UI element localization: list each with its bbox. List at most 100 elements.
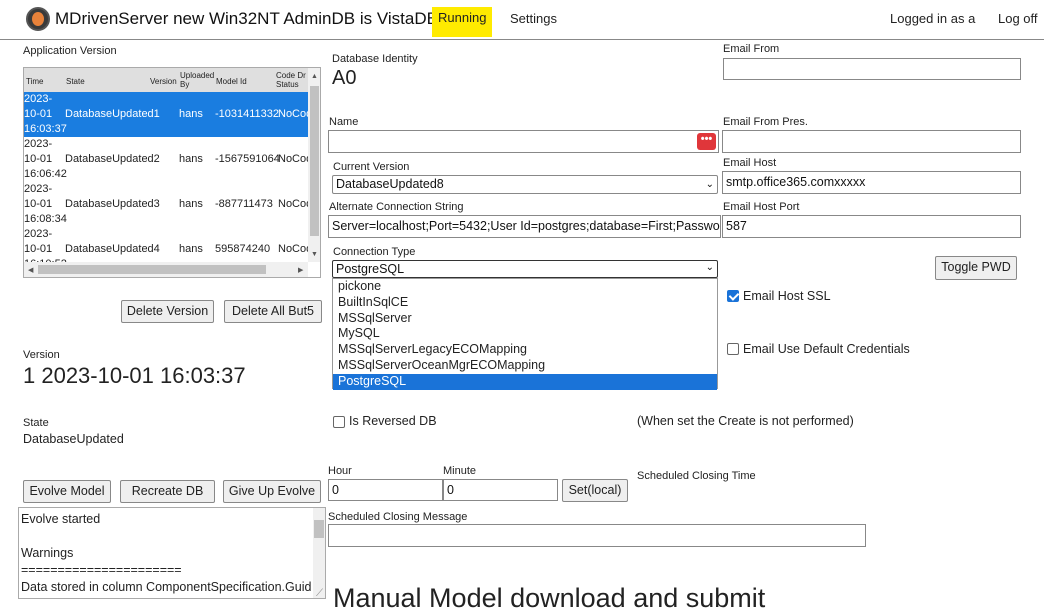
reversed-db-label: Is Reversed DB (349, 414, 437, 428)
mdriven-logo-icon (26, 7, 50, 31)
table-row[interactable]: 2023- 10-01 16:08:34 DatabaseUpdated3 hans -8… (24, 182, 308, 227)
current-version-select[interactable]: DatabaseUpdated8 ⌄ (332, 175, 718, 194)
uploaded-by-cell: hans (179, 153, 203, 165)
hour-label: Hour (328, 465, 352, 477)
log-scroll-thumb[interactable] (314, 520, 324, 538)
conn-type-label: Connection Type (333, 246, 416, 258)
col-uploaded-by[interactable]: Uploaded By (180, 71, 218, 89)
code-status-cell: NoCod (278, 108, 308, 120)
time-cell-line1: 2023- (24, 228, 53, 240)
evolve-model-button[interactable]: Evolve Model (23, 480, 111, 503)
conn-type-value: PostgreSQL (336, 262, 405, 276)
email-ssl-label: Email Host SSL (743, 289, 831, 303)
uploaded-by-cell: hans (179, 108, 203, 120)
app-version-grid[interactable]: Time State Version Uploaded By Model Id … (23, 67, 321, 278)
email-from-pres-label: Email From Pres. (723, 116, 808, 128)
state-cell: DatabaseUpdated4 (65, 243, 160, 255)
name-input[interactable] (328, 130, 719, 153)
col-code-status[interactable]: Code Dr Status (276, 71, 308, 89)
db-identity-value: A0 (332, 67, 357, 89)
closing-msg-input[interactable] (328, 524, 866, 547)
dropdown-option[interactable]: MSSqlServerLegacyECOMapping (333, 342, 717, 358)
set-local-button[interactable]: Set(local) (562, 479, 628, 502)
col-version[interactable]: Version (150, 77, 177, 86)
email-host-input[interactable]: smtp.office365.comxxxxx (722, 171, 1021, 194)
code-status-cell: NoCod (278, 153, 308, 165)
version-label: Version (23, 349, 60, 361)
dropdown-option[interactable]: MSSqlServer (333, 311, 717, 327)
grid-horizontal-thumb[interactable] (38, 265, 266, 274)
nav-settings[interactable]: Settings (510, 11, 557, 26)
log-line: ====================== (21, 563, 182, 577)
col-time[interactable]: Time (26, 77, 43, 86)
reversed-db-note: (When set the Create is not performed) (637, 414, 854, 428)
page-title: MDrivenServer new Win32NT AdminDB is Vis… (55, 9, 438, 28)
email-port-input[interactable]: 587 (722, 215, 1021, 238)
conn-type-dropdown-list[interactable]: pickone BuiltInSqlCE MSSqlServer MySQL M… (332, 278, 718, 390)
time-cell-line3: 16:03:37 (24, 123, 67, 135)
state-label: State (23, 417, 49, 429)
password-manager-icon[interactable]: ••• (697, 133, 716, 150)
delete-all-button[interactable]: Delete All But5 (224, 300, 322, 323)
dropdown-option[interactable]: pickone (333, 279, 717, 295)
time-cell-line3: 16:08:34 (24, 213, 67, 225)
state-cell: DatabaseUpdated2 (65, 153, 160, 165)
time-cell-line1: 2023- (24, 138, 53, 150)
version-value: 1 2023-10-01 16:03:37 (23, 363, 246, 388)
recreate-db-button[interactable]: Recreate DB (120, 480, 215, 503)
dropdown-option[interactable]: MSSqlServerOceanMgrECOMapping (333, 358, 717, 374)
table-row[interactable]: 2023- 10-01 16:06:42 DatabaseUpdated2 hans -1… (24, 137, 308, 182)
scroll-down-icon[interactable]: ▼ (311, 251, 318, 258)
minute-label: Minute (443, 465, 477, 477)
uploaded-by-cell: hans (179, 198, 203, 210)
hour-input[interactable]: 0 (328, 479, 443, 501)
app-version-label: Application Version (23, 45, 117, 57)
reversed-db-checkbox[interactable] (333, 416, 345, 428)
name-label: Name (329, 116, 359, 128)
email-from-input[interactable] (723, 58, 1021, 80)
scroll-left-icon[interactable]: ◀ (28, 266, 33, 274)
grid-vertical-thumb[interactable] (310, 86, 319, 236)
alt-conn-input[interactable]: Server=localhost;Port=5432;User Id=postg… (328, 215, 721, 238)
code-status-cell: NoCod (278, 198, 308, 210)
time-cell-line2: 10-01 (24, 153, 53, 165)
give-up-evolve-button[interactable]: Give Up Evolve (223, 480, 321, 503)
uploaded-by-cell: hans (179, 243, 203, 255)
model-id-cell: -887711473 (215, 198, 273, 210)
col-state[interactable]: State (66, 77, 85, 86)
scroll-right-icon[interactable]: ▶ (298, 266, 303, 274)
evolve-log[interactable]: Evolve started Warnings ================… (18, 507, 326, 599)
current-version-label: Current Version (333, 161, 410, 173)
dropdown-option[interactable]: MySQL (333, 326, 717, 342)
resize-handle-icon[interactable]: ⟋ (316, 588, 326, 599)
conn-type-select[interactable]: PostgreSQL ⌄ (332, 260, 718, 278)
dropdown-option-selected[interactable]: PostgreSQL (333, 373, 717, 390)
toggle-pwd-button[interactable]: Toggle PWD (935, 256, 1017, 280)
log-line: Evolve started (21, 512, 101, 526)
log-line: Warnings (21, 546, 74, 560)
dropdown-option[interactable]: BuiltInSqlCE (333, 295, 717, 311)
closing-msg-label: Scheduled Closing Message (328, 511, 468, 523)
alt-conn-label: Alternate Connection String (329, 201, 464, 213)
nav-running[interactable]: Running (432, 7, 492, 37)
time-cell-line2: 10-01 (24, 243, 53, 255)
email-from-label: Email From (723, 43, 780, 55)
db-identity-label: Database Identity (332, 53, 418, 65)
col-model-id[interactable]: Model Id (216, 77, 247, 86)
email-default-cred-checkbox[interactable] (727, 343, 739, 355)
email-ssl-checkbox[interactable] (727, 290, 739, 302)
model-id-cell: 595874240 (215, 243, 271, 255)
state-value: DatabaseUpdated (23, 432, 124, 446)
email-from-pres-input[interactable] (722, 130, 1021, 153)
chevron-down-icon: ⌄ (705, 262, 714, 273)
table-row[interactable]: 2023- 10-01 16:03:37 DatabaseUpdated1 hans -1… (24, 92, 308, 137)
email-host-label: Email Host (723, 157, 777, 169)
scroll-up-icon[interactable]: ▲ (311, 73, 318, 80)
time-cell-line2: 10-01 (24, 198, 53, 210)
logoff-link[interactable]: Log off (998, 11, 1038, 26)
delete-version-button[interactable]: Delete Version (121, 300, 214, 323)
model-id-cell: -1567591064 (215, 153, 280, 165)
state-cell: DatabaseUpdated3 (65, 198, 160, 210)
minute-input[interactable]: 0 (443, 479, 558, 501)
